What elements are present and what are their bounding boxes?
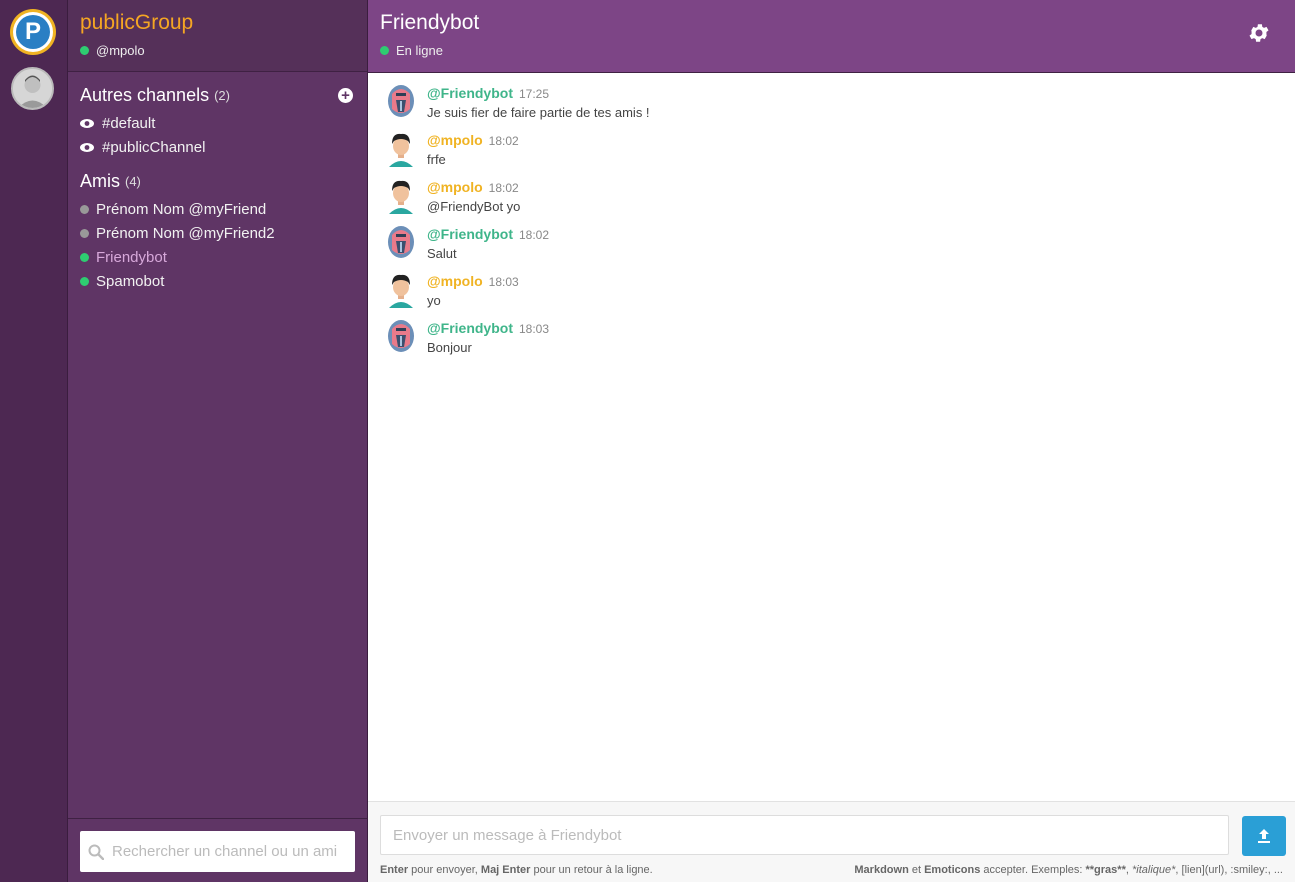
message-time: 18:02 bbox=[518, 228, 550, 242]
chat-status-label: En ligne bbox=[396, 43, 443, 58]
channels-section: Autres channels (2) + #default #publicCh… bbox=[68, 83, 367, 293]
sidebar-footer bbox=[68, 818, 367, 882]
eye-icon bbox=[80, 142, 94, 152]
online-status-dot bbox=[80, 46, 89, 55]
workspace-logo-button[interactable]: P bbox=[10, 9, 56, 55]
user-avatar-button[interactable] bbox=[11, 67, 54, 110]
chat-panel: Friendybot En ligne @Friendybot 17:25 Je… bbox=[368, 0, 1295, 882]
workspace-logo-letter: P bbox=[16, 15, 50, 49]
sidebar-item-friend-friendybot[interactable]: Friendybot bbox=[80, 245, 355, 269]
workspace-logo-ring: P bbox=[13, 12, 53, 52]
channel-search-box bbox=[80, 831, 355, 872]
workspace-rail: P bbox=[0, 0, 68, 882]
message-time: 18:03 bbox=[518, 322, 550, 336]
online-status-dot bbox=[80, 276, 89, 286]
hint-key-shift-enter: Maj Enter bbox=[480, 864, 531, 876]
sidebar-item-friend-myfriend2[interactable]: Prénom Nom @myFriend2 bbox=[80, 221, 355, 245]
friend-label: Friendybot bbox=[96, 248, 167, 266]
friend-label: Prénom Nom @myFriend2 bbox=[96, 224, 275, 242]
hint-text: et bbox=[908, 864, 925, 876]
message-item: @mpolo 18:02 frfe bbox=[368, 131, 1295, 178]
search-icon bbox=[88, 844, 104, 860]
message-time: 17:25 bbox=[518, 87, 550, 101]
online-status-dot bbox=[80, 252, 89, 262]
gear-icon[interactable] bbox=[1247, 21, 1271, 45]
sidebar-item-friend-myfriend[interactable]: Prénom Nom @myFriend bbox=[80, 197, 355, 221]
hint-example-bold: **gras** bbox=[1085, 864, 1126, 876]
message-time: 18:02 bbox=[488, 134, 519, 148]
user-avatar-icon bbox=[389, 180, 413, 214]
message-item: @Friendybot 18:03 Bonjour bbox=[368, 319, 1295, 366]
friends-count: (4) bbox=[125, 173, 141, 189]
robot-avatar-icon bbox=[388, 226, 414, 258]
hint-markdown: Markdown bbox=[854, 864, 909, 876]
message-input[interactable] bbox=[393, 826, 1213, 844]
hint-key-enter: Enter bbox=[380, 864, 409, 876]
hint-example-italic: *italique* bbox=[1131, 864, 1176, 876]
sidebar-item-channel-default[interactable]: #default bbox=[80, 111, 355, 135]
user-avatar-icon bbox=[389, 274, 413, 308]
message-author[interactable]: @Friendybot bbox=[427, 85, 513, 101]
send-button[interactable] bbox=[1242, 816, 1286, 856]
message-input-box bbox=[380, 815, 1229, 855]
message-item: @Friendybot 17:25 Je suis fier de faire … bbox=[368, 84, 1295, 131]
hint-text: accepter. Exemples: bbox=[980, 864, 1086, 876]
message-text: Je suis fier de faire partie de tes amis… bbox=[427, 105, 650, 120]
chat-status: En ligne bbox=[380, 43, 1283, 58]
message-author[interactable]: @mpolo bbox=[427, 132, 483, 148]
friend-label: Prénom Nom @myFriend bbox=[96, 200, 267, 218]
robot-avatar-icon bbox=[388, 85, 414, 117]
message-author[interactable]: @mpolo bbox=[427, 179, 483, 195]
add-channel-icon[interactable]: + bbox=[338, 88, 353, 103]
online-status-dot bbox=[380, 46, 389, 55]
channels-heading: Autres channels (2) + bbox=[80, 83, 355, 107]
robot-avatar-icon bbox=[388, 320, 414, 352]
chat-header: Friendybot En ligne bbox=[368, 0, 1295, 73]
channel-search-input[interactable] bbox=[112, 843, 352, 860]
hint-text: pour un retour à la ligne. bbox=[530, 864, 653, 876]
message-text: Salut bbox=[427, 246, 457, 261]
chat-title: Friendybot bbox=[380, 11, 480, 34]
upload-icon bbox=[1258, 829, 1270, 843]
friends-title: Amis bbox=[80, 170, 120, 191]
friends-heading: Amis (4) bbox=[80, 169, 355, 193]
composer-hint-formatting: Markdown et Emoticons accepter. Exemples… bbox=[854, 864, 1283, 876]
channels-title: Autres channels bbox=[80, 84, 210, 105]
friend-label: Spamobot bbox=[96, 272, 165, 290]
message-list: @Friendybot 17:25 Je suis fier de faire … bbox=[368, 73, 1295, 802]
group-name[interactable]: publicGroup bbox=[80, 10, 355, 36]
message-author[interactable]: @mpolo bbox=[427, 273, 483, 289]
message-composer: Enter pour envoyer, Maj Enter pour un re… bbox=[368, 801, 1295, 882]
offline-status-dot bbox=[80, 228, 89, 238]
sidebar-item-channel-publicchannel[interactable]: #publicChannel bbox=[80, 135, 355, 159]
sidebar: publicGroup @mpolo Autres channels (2) +… bbox=[68, 0, 368, 882]
message-author[interactable]: @Friendybot bbox=[427, 226, 513, 242]
message-text: yo bbox=[427, 293, 441, 308]
message-text: @FriendyBot yo bbox=[427, 199, 521, 214]
channels-count: (2) bbox=[214, 87, 230, 103]
sidebar-item-friend-spamobot[interactable]: Spamobot bbox=[80, 269, 355, 293]
message-item: @mpolo 18:02 @FriendyBot yo bbox=[368, 178, 1295, 225]
message-time: 18:03 bbox=[488, 275, 519, 289]
offline-status-dot bbox=[80, 204, 89, 214]
message-text: frfe bbox=[427, 152, 446, 167]
eye-icon bbox=[80, 118, 94, 128]
sidebar-header: publicGroup @mpolo bbox=[68, 0, 367, 72]
message-author[interactable]: @Friendybot bbox=[427, 320, 513, 336]
hint-text: pour envoyer, bbox=[408, 864, 481, 876]
current-user: @mpolo bbox=[80, 43, 355, 58]
message-item: @mpolo 18:03 yo bbox=[368, 272, 1295, 319]
current-user-handle: @mpolo bbox=[96, 43, 145, 58]
channel-label: #default bbox=[102, 114, 156, 132]
message-text: Bonjour bbox=[427, 340, 472, 355]
hint-example-rest: [lien](url), :smiley:, ... bbox=[1181, 864, 1283, 876]
message-item: @Friendybot 18:02 Salut bbox=[368, 225, 1295, 272]
message-time: 18:02 bbox=[488, 181, 519, 195]
composer-hint-keys: Enter pour envoyer, Maj Enter pour un re… bbox=[380, 864, 653, 876]
user-avatar-icon bbox=[13, 69, 52, 108]
user-avatar-icon bbox=[389, 133, 413, 167]
hint-emoticons: Emoticons bbox=[924, 864, 981, 876]
channel-label: #publicChannel bbox=[102, 138, 206, 156]
